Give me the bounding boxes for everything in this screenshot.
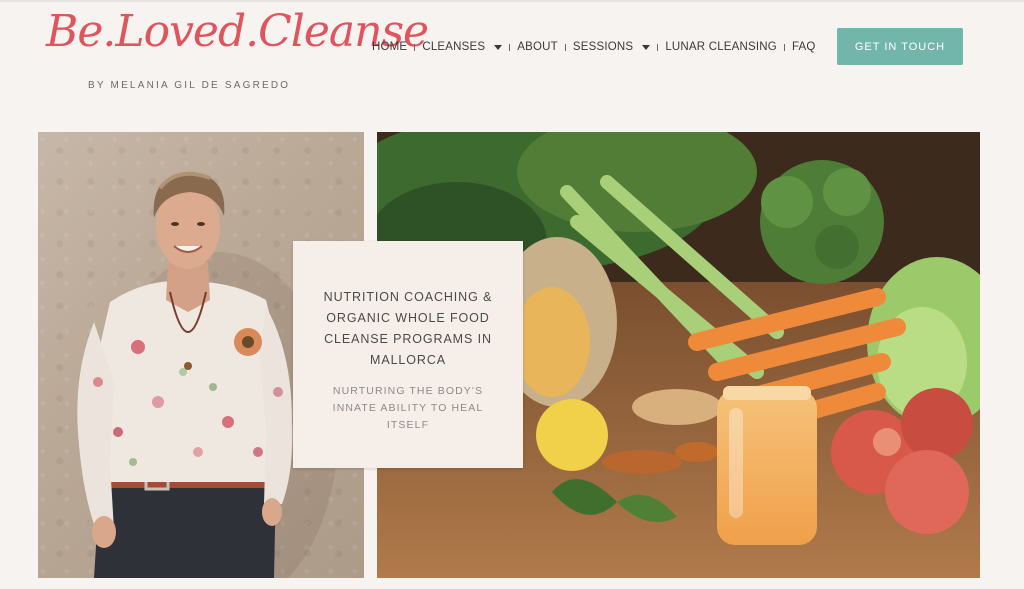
nav-separator (564, 43, 566, 51)
hero-subtitle: NURTURING THE BODY'S INNATE ABILITY TO H… (332, 385, 484, 431)
nav-sessions-label: SESSIONS (572, 41, 634, 53)
main-nav: HOME CLEANSES ABOUT SESSIONS LUNAR CLEAN… (372, 39, 816, 55)
nav-cleanses[interactable]: CLEANSES (422, 41, 503, 53)
nav-faq-label: FAQ (791, 41, 816, 53)
site-logo[interactable]: Be.Loved.Cleanse BY MELANIA GIL DE SAGRE… (42, 6, 429, 96)
nav-lunar-cleansing[interactable]: LUNAR CLEANSING (665, 41, 777, 53)
nav-lunar-cleansing-label: LUNAR CLEANSING (665, 41, 777, 53)
top-border (0, 0, 1024, 2)
nav-home[interactable]: HOME (372, 41, 407, 53)
nav-faq[interactable]: FAQ (792, 41, 816, 53)
nav-about-label: ABOUT (517, 41, 558, 53)
nav-separator (783, 43, 785, 51)
nav-cleanses-label: CLEANSES (422, 41, 486, 53)
nav-separator (414, 43, 416, 51)
nav-separator (509, 43, 511, 51)
nav-separator (657, 43, 659, 51)
hero-card: NUTRITION COACHING & ORGANIC WHOLE FOOD … (293, 241, 523, 468)
hero-title: NUTRITION COACHING & ORGANIC WHOLE FOOD … (323, 290, 493, 367)
nav-about[interactable]: ABOUT (517, 41, 558, 53)
logo-tagline: BY MELANIA GIL DE SAGREDO (88, 80, 291, 91)
chevron-down-icon (642, 44, 651, 50)
chevron-down-icon (494, 44, 503, 50)
nav-sessions[interactable]: SESSIONS (572, 41, 651, 53)
get-in-touch-button[interactable]: GET IN TOUCH (837, 28, 963, 65)
nav-home-label: HOME (372, 41, 408, 53)
logo-wordmark: Be.Loved.Cleanse (46, 6, 429, 57)
